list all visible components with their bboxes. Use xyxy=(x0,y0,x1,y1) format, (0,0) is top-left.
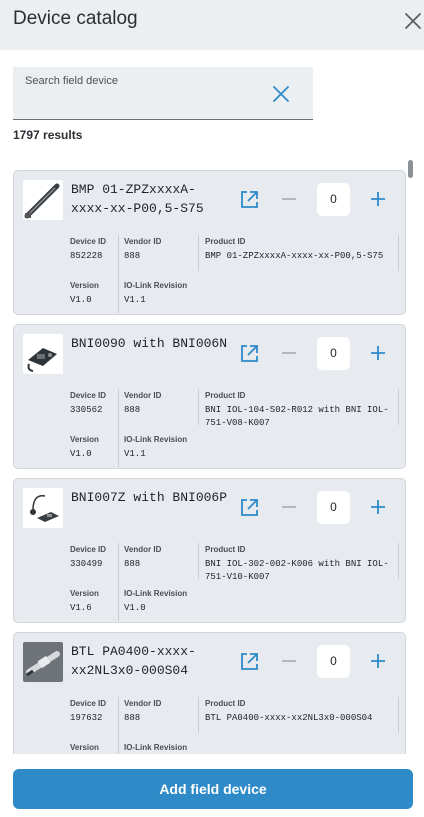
io-link-revision-label: IO-Link Revision xyxy=(124,281,188,290)
product-id-label: Product ID xyxy=(205,391,246,400)
device-id-value: 330499 xyxy=(70,559,103,569)
divider xyxy=(398,235,399,271)
product-id-value: BTL PA0400-xxxx-xx2NL3x0-000S04 xyxy=(205,713,373,723)
product-id-value: BMP 01-ZPZxxxxA-xxxx-xx-P00,5-S75 xyxy=(205,251,384,261)
divider xyxy=(118,697,119,754)
close-icon[interactable] xyxy=(402,10,424,32)
device-card: BMP 01-ZPZxxxxA-xxxx-xx-P00,5-S75 0 Devi… xyxy=(13,170,406,315)
dialog-title: Device catalog xyxy=(13,8,138,29)
vendor-id-value: 888 xyxy=(124,713,141,723)
product-id-value: BNI IOL-104-S02-R012 with BNI IOL-751-V0… xyxy=(205,405,389,428)
version-value: V1.6 xyxy=(70,603,92,613)
product-id-value: BNI IOL-302-002-K006 with BNI IOL-751-V1… xyxy=(205,559,389,582)
decrement-button[interactable] xyxy=(280,498,298,516)
search-placeholder: Search field device xyxy=(25,75,118,87)
device-card: BNI0090 with BNI006N 0 Device ID 330562 … xyxy=(13,324,406,469)
io-link-revision-value: V1.0 xyxy=(124,603,146,613)
device-name: BTL PA0400-xxxx-xx2NL3x0-000S04 xyxy=(71,644,196,678)
open-external-icon[interactable] xyxy=(238,189,260,211)
sensor-rod-icon xyxy=(23,180,63,220)
io-link-revision-value: V1.1 xyxy=(124,449,146,459)
quantity-field[interactable]: 0 xyxy=(317,183,350,216)
results-count: 1797 results xyxy=(13,128,83,142)
device-id-value: 197632 xyxy=(70,713,103,723)
divider xyxy=(118,389,119,467)
vendor-id-value: 888 xyxy=(124,405,141,415)
divider xyxy=(198,697,199,733)
decrement-button[interactable] xyxy=(280,190,298,208)
open-external-icon[interactable] xyxy=(238,497,260,519)
io-link-revision-value: V1.1 xyxy=(124,295,146,305)
version-value: V1.0 xyxy=(70,449,92,459)
increment-button[interactable] xyxy=(369,190,387,208)
vendor-id-label: Vendor ID xyxy=(124,237,162,246)
io-link-revision-label: IO-Link Revision xyxy=(124,589,188,598)
device-id-value: 852228 xyxy=(70,251,103,261)
version-value: V1.0 xyxy=(70,295,92,305)
device-id-label: Device ID xyxy=(70,237,107,246)
version-label: Version xyxy=(70,589,99,598)
io-link-revision-label: IO-Link Revision xyxy=(124,743,188,752)
device-id-label: Device ID xyxy=(70,699,107,708)
quantity-field[interactable]: 0 xyxy=(317,645,350,678)
device-id-label: Device ID xyxy=(70,391,107,400)
divider xyxy=(398,389,399,425)
divider xyxy=(198,543,199,579)
io-link-revision-label: IO-Link Revision xyxy=(124,435,188,444)
divider xyxy=(118,543,119,621)
version-label: Version xyxy=(70,281,99,290)
clear-search-icon[interactable] xyxy=(271,84,291,104)
transducer-icon xyxy=(23,642,63,682)
device-list: BMP 01-ZPZxxxxA-xxxx-xx-P00,5-S75 0 Devi… xyxy=(0,158,424,754)
io-module-icon xyxy=(23,334,63,374)
search-input[interactable]: Search field device xyxy=(13,67,313,120)
increment-button[interactable] xyxy=(369,344,387,362)
divider xyxy=(198,235,199,271)
vendor-id-value: 888 xyxy=(124,559,141,569)
divider xyxy=(118,235,119,313)
divider xyxy=(398,697,399,733)
quantity-field[interactable]: 0 xyxy=(317,491,350,524)
product-id-label: Product ID xyxy=(205,699,246,708)
quantity-field[interactable]: 0 xyxy=(317,337,350,370)
device-name: BMP 01-ZPZxxxxA-xxxx-xx-P00,5-S75 xyxy=(71,182,204,216)
divider xyxy=(398,543,399,579)
vendor-id-label: Vendor ID xyxy=(124,391,162,400)
device-card: BNI007Z with BNI006P 0 Device ID 330499 … xyxy=(13,478,406,623)
device-id-label: Device ID xyxy=(70,545,107,554)
scrollbar-track[interactable] xyxy=(407,160,413,752)
open-external-icon[interactable] xyxy=(238,651,260,673)
increment-button[interactable] xyxy=(369,498,387,516)
device-name: BNI007Z with BNI006P xyxy=(71,490,228,505)
device-name: BNI0090 with BNI006N xyxy=(71,336,228,351)
product-id-label: Product ID xyxy=(205,237,246,246)
version-label: Version xyxy=(70,435,99,444)
device-id-value: 330562 xyxy=(70,405,103,415)
device-card: BTL PA0400-xxxx-xx2NL3x0-000S04 0 Device… xyxy=(13,632,406,754)
open-external-icon[interactable] xyxy=(238,343,260,365)
increment-button[interactable] xyxy=(369,652,387,670)
product-id-label: Product ID xyxy=(205,545,246,554)
cable-module-icon xyxy=(23,488,63,528)
vendor-id-label: Vendor ID xyxy=(124,699,162,708)
divider xyxy=(198,389,199,425)
vendor-id-label: Vendor ID xyxy=(124,545,162,554)
dialog-header: Device catalog xyxy=(0,0,424,50)
version-label: Version xyxy=(70,743,99,752)
decrement-button[interactable] xyxy=(280,344,298,362)
decrement-button[interactable] xyxy=(280,652,298,670)
vendor-id-value: 888 xyxy=(124,251,141,261)
scrollbar-thumb[interactable] xyxy=(408,160,413,178)
add-field-device-button[interactable]: Add field device xyxy=(13,769,413,809)
